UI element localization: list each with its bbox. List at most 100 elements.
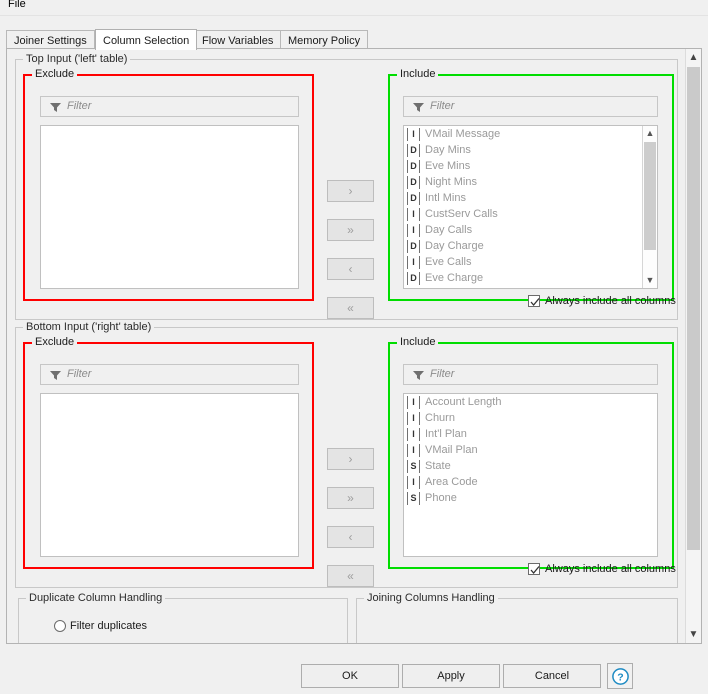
column-name: Area Code <box>425 474 478 490</box>
top-add-selected-button[interactable]: › <box>327 180 374 202</box>
top-remove-all-button[interactable]: « <box>327 297 374 319</box>
column-type-icon: I <box>407 256 420 269</box>
column-name: CustServ Calls <box>425 206 498 222</box>
top-add-all-button[interactable]: » <box>327 219 374 241</box>
ok-button[interactable]: OK <box>301 664 399 688</box>
bottom-add-selected-button[interactable]: › <box>327 448 374 470</box>
list-item[interactable]: IAccount Length <box>404 394 657 410</box>
list-item[interactable]: D Eve Charge <box>404 270 641 286</box>
cancel-button[interactable]: Cancel <box>503 664 601 688</box>
column-type-icon: S <box>407 460 420 473</box>
column-type-icon: I <box>407 444 420 457</box>
column-selection-panel: Top Input ('left' table) Exclude Filter … <box>6 48 702 644</box>
top-exclude-filter-input[interactable]: Filter <box>40 96 299 117</box>
filter-duplicates-radio[interactable]: Filter duplicates <box>54 620 147 632</box>
list-item[interactable]: D Night Mins <box>404 174 641 190</box>
list-item[interactable]: S State <box>404 458 657 474</box>
column-type-icon: I <box>407 412 420 425</box>
column-type-icon: I <box>407 224 420 237</box>
column-type-icon: D <box>407 272 420 285</box>
column-type-icon: I <box>407 128 420 141</box>
list-item[interactable]: I Day Calls <box>404 222 641 238</box>
top-always-include-label: Always include all columns <box>545 295 676 307</box>
bottom-exclude-list[interactable] <box>40 393 299 557</box>
joining-columns-handling-group: Joining Columns Handling <box>356 598 678 644</box>
list-item[interactable]: DEve Mins <box>404 158 641 174</box>
list-item[interactable]: I VMail Message <box>404 126 641 142</box>
column-type-icon: D <box>407 176 420 189</box>
column-name: Eve Calls <box>425 254 471 270</box>
top-include-list[interactable]: IVMail MessageDDay MinsDEve MinsDNight M… <box>403 125 658 289</box>
top-exclude-filter-placeholder: Filter <box>67 100 91 112</box>
tab-strip: Joiner Settings Column Selection Flow Va… <box>6 29 702 49</box>
column-type-icon: I <box>407 208 420 221</box>
list-item[interactable]: I VMail Plan <box>404 442 657 458</box>
column-name: VMail Plan <box>425 442 478 458</box>
column-name: State <box>425 458 451 474</box>
help-question-icon: ? <box>612 668 629 685</box>
list-item[interactable]: IInt'l Plan <box>404 426 657 442</box>
bottom-include-filter-placeholder: Filter <box>430 368 454 380</box>
tab-column-selection[interactable]: Column Selection <box>95 29 197 50</box>
list-item[interactable]: IArea Code <box>404 474 657 490</box>
chevron-up-icon[interactable]: ▲ <box>643 126 657 141</box>
column-name: Day Calls <box>425 222 472 238</box>
panel-scrollbar[interactable]: ▲ ▼ <box>685 49 701 643</box>
bottom-always-include-label: Always include all columns <box>545 563 676 575</box>
chevron-down-icon[interactable]: ▼ <box>643 273 657 288</box>
tab-memory-policy[interactable]: Memory Policy <box>280 30 368 49</box>
list-item[interactable]: DDay Charge <box>404 238 641 254</box>
column-name: Eve Charge <box>425 270 483 286</box>
top-include-list-rows: IVMail MessageDDay MinsDEve MinsDNight M… <box>404 126 641 286</box>
bottom-remove-all-button[interactable]: « <box>327 565 374 587</box>
column-type-icon: D <box>407 160 420 173</box>
duplicate-column-handling-label: Duplicate Column Handling <box>26 592 165 604</box>
funnel-icon <box>50 102 61 113</box>
bottom-remove-selected-button[interactable]: ‹ <box>327 526 374 548</box>
bottom-add-all-button[interactable]: » <box>327 487 374 509</box>
top-include-filter-input[interactable]: Filter <box>403 96 658 117</box>
bottom-include-list-rows: IAccount LengthIChurnIInt'l PlanIVMail P… <box>404 394 657 506</box>
bottom-include-filter-input[interactable]: Filter <box>403 364 658 385</box>
menu-item-file[interactable]: File <box>4 0 30 11</box>
panel-scrollbar-thumb[interactable] <box>687 67 700 550</box>
column-type-icon: D <box>407 144 420 157</box>
column-type-icon: I <box>407 428 420 441</box>
column-name: VMail Message <box>425 126 500 142</box>
column-type-icon: I <box>407 396 420 409</box>
funnel-icon <box>50 370 61 381</box>
list-item[interactable]: DDay Mins <box>404 142 641 158</box>
column-name: Intl Mins <box>425 190 466 206</box>
radio-circle <box>54 620 66 632</box>
bottom-always-include-checkbox[interactable]: Always include all columns <box>528 563 676 575</box>
scrollbar-thumb[interactable] <box>644 142 656 250</box>
column-type-icon: D <box>407 240 420 253</box>
list-item[interactable]: IChurn <box>404 410 657 426</box>
column-type-icon: S <box>407 492 420 505</box>
tab-flow-variables[interactable]: Flow Variables <box>194 30 281 49</box>
tab-joiner-settings[interactable]: Joiner Settings <box>6 30 95 49</box>
help-button[interactable]: ? <box>607 663 633 689</box>
apply-button[interactable]: Apply <box>402 664 500 688</box>
bottom-exclude-filter-placeholder: Filter <box>67 368 91 380</box>
list-item[interactable]: SPhone <box>404 490 657 506</box>
top-remove-selected-button[interactable]: ‹ <box>327 258 374 280</box>
list-item[interactable]: DIntl Mins <box>404 190 641 206</box>
bottom-include-list[interactable]: IAccount LengthIChurnIInt'l PlanIVMail P… <box>403 393 658 557</box>
top-exclude-list[interactable] <box>40 125 299 289</box>
chevron-down-icon[interactable]: ▼ <box>686 626 701 643</box>
top-include-label: Include <box>397 68 438 80</box>
top-exclude-label: Exclude <box>32 68 77 80</box>
chevron-up-icon[interactable]: ▲ <box>686 49 701 66</box>
menu-bar: File <box>0 0 708 16</box>
bottom-include-label: Include <box>397 336 438 348</box>
checkbox-box <box>528 295 540 307</box>
top-always-include-checkbox[interactable]: Always include all columns <box>528 295 676 307</box>
top-include-list-scrollbar[interactable]: ▲ ▼ <box>642 126 657 288</box>
list-item[interactable]: I Eve Calls <box>404 254 641 270</box>
bottom-exclude-filter-input[interactable]: Filter <box>40 364 299 385</box>
top-input-label: Top Input ('left' table) <box>23 53 130 65</box>
list-item[interactable]: I CustServ Calls <box>404 206 641 222</box>
funnel-icon <box>413 370 424 381</box>
column-name: Night Mins <box>425 174 477 190</box>
